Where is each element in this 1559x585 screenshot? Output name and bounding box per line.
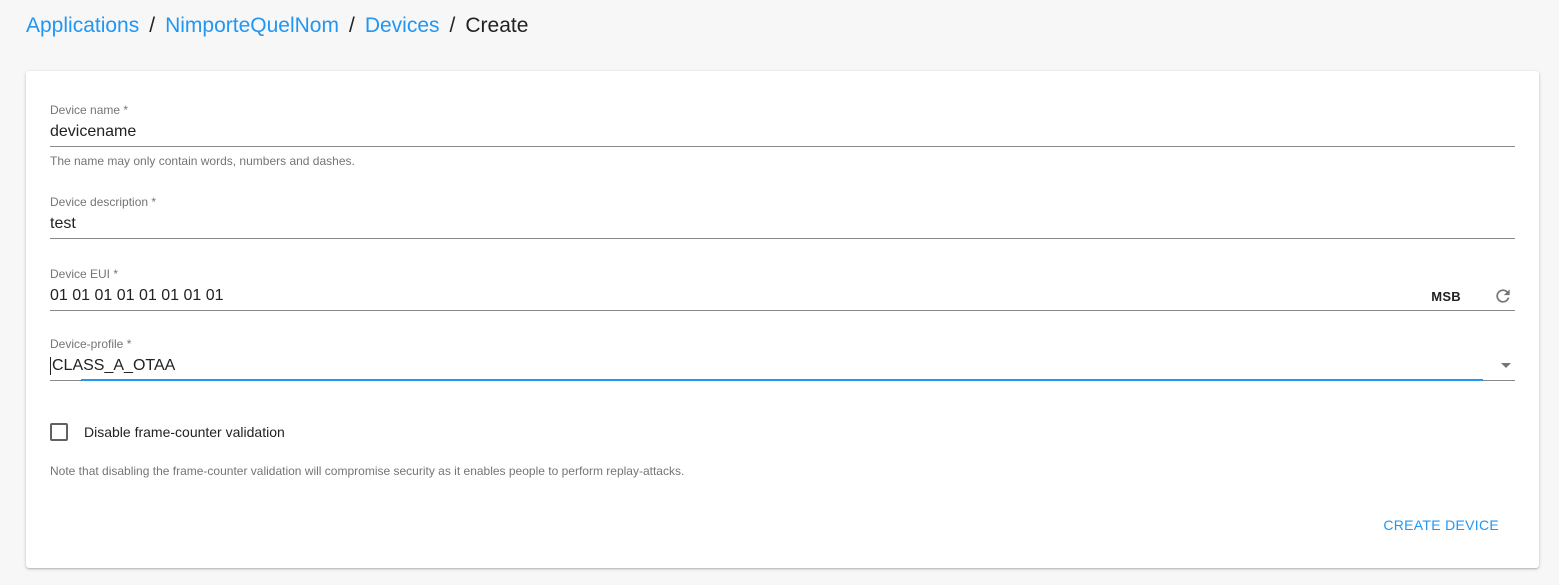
disable-frame-counter-checkbox[interactable]	[50, 423, 68, 441]
breadcrumb-separator: /	[149, 14, 156, 37]
breadcrumb: Applications / NimporteQuelNom / Devices…	[26, 13, 528, 39]
create-device-button[interactable]: CREATE DEVICE	[1383, 517, 1499, 533]
breadcrumb-separator: /	[449, 14, 456, 37]
disable-frame-counter-label[interactable]: Disable frame-counter validation	[84, 424, 285, 440]
device-name-field: Device name * The name may only contain …	[50, 103, 1515, 168]
device-eui-adornment: MSB	[1431, 281, 1515, 311]
breadcrumb-applications-link[interactable]: Applications	[26, 13, 139, 39]
focus-underline	[81, 379, 1483, 381]
breadcrumb-current: Create	[465, 14, 529, 37]
device-form-card: Device name * The name may only contain …	[26, 71, 1539, 568]
device-profile-select[interactable]: CLASS_A_OTAA	[50, 351, 1515, 381]
device-name-helper: The name may only contain words, numbers…	[50, 154, 355, 168]
breadcrumb-application-link[interactable]: NimporteQuelNom	[165, 13, 339, 39]
device-name-input-wrap	[50, 117, 1515, 147]
byte-order-toggle[interactable]: MSB	[1431, 289, 1461, 304]
device-description-label: Device description *	[50, 195, 157, 209]
chevron-down-icon	[1501, 363, 1511, 368]
refresh-icon[interactable]	[1491, 284, 1515, 308]
device-description-input-wrap	[50, 209, 1515, 239]
device-eui-label: Device EUI *	[50, 267, 119, 281]
breadcrumb-separator: /	[348, 14, 355, 37]
device-profile-value: CLASS_A_OTAA	[50, 356, 176, 375]
frame-counter-row: Disable frame-counter validation	[50, 423, 285, 441]
device-description-input[interactable]	[50, 211, 1515, 236]
device-name-input[interactable]	[50, 119, 1515, 144]
device-eui-input[interactable]	[50, 283, 1350, 308]
frame-counter-note: Note that disabling the frame-counter va…	[50, 464, 685, 478]
device-eui-input-wrap: MSB	[50, 281, 1515, 311]
device-profile-label: Device-profile *	[50, 337, 132, 351]
device-name-label: Device name *	[50, 103, 129, 117]
device-description-field: Device description *	[50, 195, 1515, 239]
device-eui-field: Device EUI * MSB	[50, 267, 1515, 311]
breadcrumb-devices-link[interactable]: Devices	[365, 13, 440, 39]
device-profile-field: Device-profile * CLASS_A_OTAA	[50, 337, 1515, 381]
